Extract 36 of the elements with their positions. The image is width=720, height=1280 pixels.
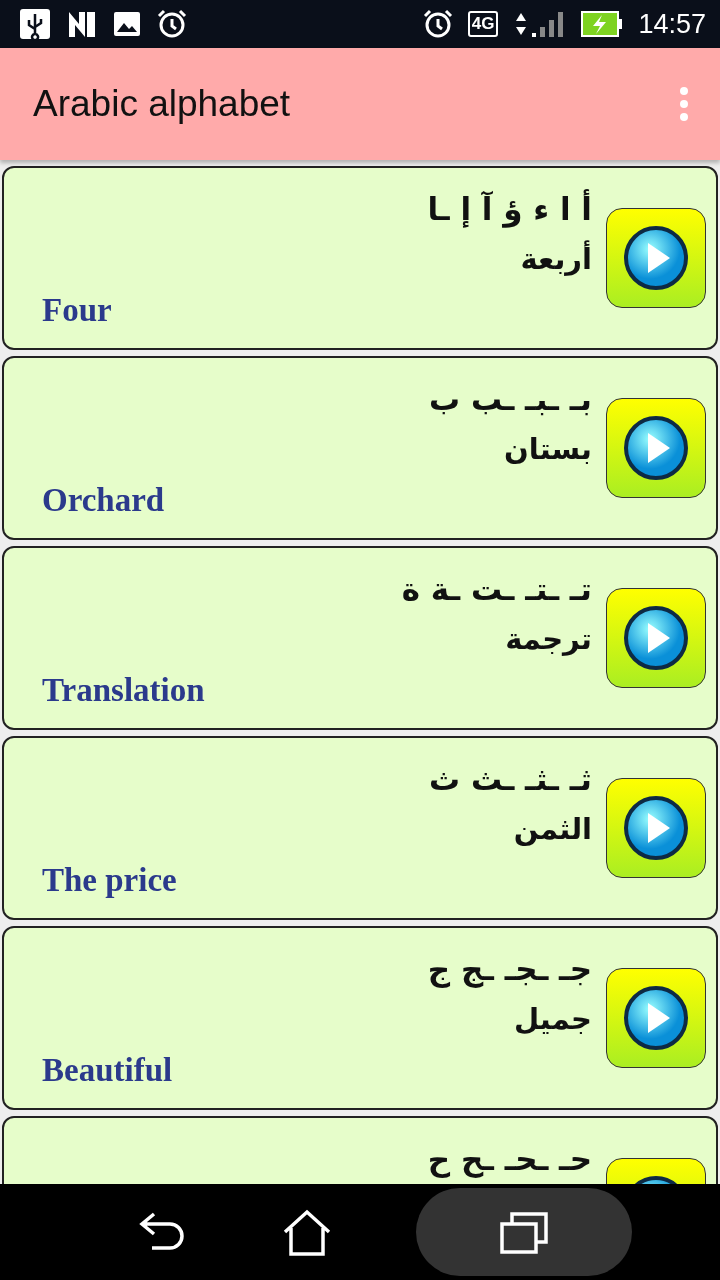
clock: 14:57	[638, 8, 706, 40]
arabic-word: الثمن	[512, 811, 592, 848]
letter-forms: ثـ ـثـ ـث ث	[427, 760, 592, 799]
play-button[interactable]	[606, 778, 706, 878]
translation: The price	[42, 862, 177, 899]
play-button[interactable]	[606, 208, 706, 308]
arabic-word: ترجمة	[504, 621, 592, 658]
network-type: 4G	[467, 11, 499, 37]
translation: Translation	[42, 672, 205, 709]
letter-forms: بـ ـبـ ـب ب	[427, 380, 592, 419]
letter-forms: حـ ـحـ ـح ح	[426, 1140, 592, 1180]
play-icon	[623, 225, 689, 291]
letter-forms: تـ ـتـ ـت ـة ة	[400, 570, 592, 609]
usb-icon	[18, 7, 52, 41]
arabic-word: أربعة	[519, 239, 592, 278]
translation: Beautiful	[42, 1052, 173, 1089]
play-button[interactable]	[606, 968, 706, 1068]
play-icon	[623, 415, 689, 481]
n-logo-icon	[66, 9, 98, 39]
play-icon	[623, 985, 689, 1051]
arabic-word: بستان	[503, 431, 592, 468]
translation: Orchard	[42, 482, 165, 519]
image-icon	[112, 10, 142, 38]
alarm-icon	[421, 8, 454, 40]
battery-charging-icon	[580, 10, 625, 38]
play-icon	[623, 795, 689, 861]
translation: Four	[42, 292, 112, 329]
alarm-icon	[156, 8, 188, 40]
play-button[interactable]	[606, 588, 706, 688]
play-icon	[623, 605, 689, 671]
play-button[interactable]	[606, 398, 706, 498]
home-icon	[281, 1208, 333, 1256]
letter-forms: جـ ـجـ ـج ج	[426, 950, 592, 990]
letter-forms: أ ا ء ؤ آ إ ـا	[426, 188, 592, 230]
arabic-word: جميل	[512, 1001, 592, 1038]
app-title: Arabic alphabet	[33, 83, 292, 125]
